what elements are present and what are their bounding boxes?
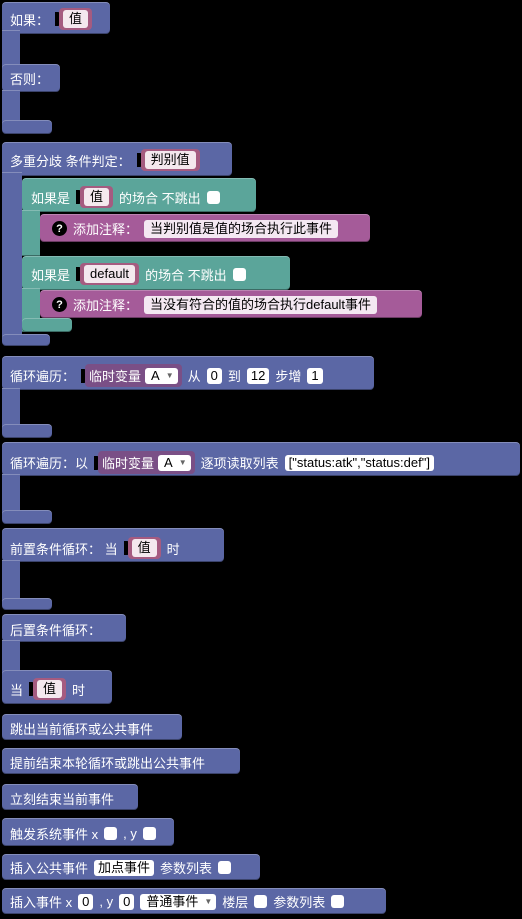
while-body-spine [2, 560, 20, 602]
for-footer [2, 424, 52, 438]
while-label: 前置条件循环： 当 [10, 541, 118, 557]
case1-spine [22, 210, 40, 256]
continue-label: 提前结束本轮循环或跳出公共事件 [10, 756, 206, 771]
case1-note-text[interactable]: 当判别值是值的场合执行此事件 [144, 219, 339, 238]
for-var-dropdown[interactable]: A ▼ [145, 367, 178, 384]
case2-if-label: 如果是 [31, 267, 71, 283]
dowhile-body-spine [2, 640, 20, 674]
case2-note-text[interactable]: 当没有符合的值的场合执行default事件 [144, 295, 378, 314]
exit-label: 立刻结束当前事件 [10, 792, 115, 807]
while-suffix: 时 [166, 541, 180, 557]
case2-suffix: 的场合 不跳出 [145, 267, 227, 283]
foreach-body-spine [2, 474, 20, 514]
while-footer [2, 598, 52, 610]
insert-event-y-label: , y [99, 894, 114, 909]
case1-value-slot[interactable]: 值 [76, 186, 114, 208]
else-label: 否则： [10, 72, 50, 87]
for-from-label: 从 [187, 369, 201, 384]
switch-body-spine [2, 172, 22, 337]
while-condition-slot[interactable]: 值 [123, 537, 161, 559]
trigger-y-label: , y [123, 826, 137, 841]
help-icon: ? [52, 297, 67, 312]
dowhile-suffix: 时 [72, 682, 86, 698]
case2-value-field[interactable]: default [84, 265, 136, 283]
case1-if-label: 如果是 [31, 190, 71, 206]
foreach-variable[interactable]: 临时变量 A ▼ [98, 451, 195, 474]
if-condition-slot[interactable]: 值 [55, 8, 93, 30]
case1-value-field[interactable]: 值 [84, 188, 110, 206]
while-value-field[interactable]: 值 [131, 539, 157, 557]
case1-noskip-checkbox[interactable] [206, 190, 220, 204]
foreach-footer [2, 510, 52, 524]
insert-common-label: 插入公共事件 [10, 861, 89, 876]
insert-event-x-field[interactable]: 0 [78, 893, 94, 910]
case2-noskip-checkbox[interactable] [232, 267, 246, 281]
trigger-label: 触发系统事件 x [10, 827, 99, 842]
dropdown-arrow-icon: ▼ [178, 457, 187, 467]
insert-event-type-dropdown[interactable]: 普通事件 ▼ [140, 893, 217, 910]
case2-footer [22, 318, 72, 332]
insert-event-y-field[interactable]: 0 [119, 893, 135, 910]
dowhile-value-field[interactable]: 值 [37, 680, 63, 698]
for-variable[interactable]: 临时变量 A ▼ [85, 364, 182, 387]
for-label: 循环遍历： [10, 369, 76, 384]
switch-footer [2, 334, 50, 346]
case1-note-label: 添加注释： [73, 222, 139, 237]
trigger-y-slot[interactable] [142, 827, 156, 840]
dowhile-when-label: 当 [10, 682, 24, 698]
insert-event-params-label: 参数列表 [273, 895, 326, 910]
for-end-field[interactable]: 12 [246, 367, 270, 384]
foreach-list-field[interactable]: ["status:atk","status:def"] [284, 454, 434, 471]
case1-suffix: 的场合 不跳出 [119, 190, 201, 206]
foreach-var-label: 临时变量 [102, 456, 155, 471]
switch-value-slot[interactable]: 判别值 [136, 149, 200, 171]
foreach-label: 循环遍历：以 [10, 456, 89, 471]
for-to-label: 到 [227, 369, 241, 384]
for-var-label: 临时变量 [89, 369, 142, 384]
for-step-label: 步增 [275, 369, 302, 384]
insert-common-event-field[interactable]: 加点事件 [94, 859, 155, 876]
if-label: 如果： [10, 12, 50, 28]
help-icon: ? [52, 221, 67, 236]
else-body-spine [2, 90, 20, 124]
foreach-var-dropdown[interactable]: A ▼ [158, 454, 191, 471]
dropdown-arrow-icon: ▼ [165, 370, 174, 380]
dowhile-label: 后置条件循环： [10, 623, 102, 638]
dowhile-condition-slot[interactable]: 值 [29, 678, 67, 700]
for-step-field[interactable]: 1 [307, 367, 323, 384]
switch-label: 多重分歧 条件判定： [10, 153, 131, 169]
insert-common-params-label: 参数列表 [160, 861, 213, 876]
if-value-field[interactable]: 值 [63, 10, 89, 28]
insert-common-params-slot[interactable] [218, 861, 232, 874]
insert-event-params-slot[interactable] [331, 895, 345, 908]
insert-event-label: 插入事件 x [10, 895, 73, 910]
if-else-footer [2, 120, 52, 134]
trigger-x-slot[interactable] [104, 827, 118, 840]
insert-event-floor-slot[interactable] [254, 895, 268, 908]
dropdown-arrow-icon: ▼ [204, 896, 213, 906]
case2-note-label: 添加注释： [73, 298, 139, 313]
foreach-list-label: 逐项读取列表 [200, 456, 279, 471]
for-start-field[interactable]: 0 [206, 367, 222, 384]
switch-value-field[interactable]: 判别值 [144, 151, 196, 169]
for-body-spine [2, 388, 20, 428]
case2-value-slot[interactable]: default [76, 263, 140, 285]
break-label: 跳出当前循环或公共事件 [10, 722, 154, 737]
insert-event-floor-label: 楼层 [222, 895, 249, 910]
